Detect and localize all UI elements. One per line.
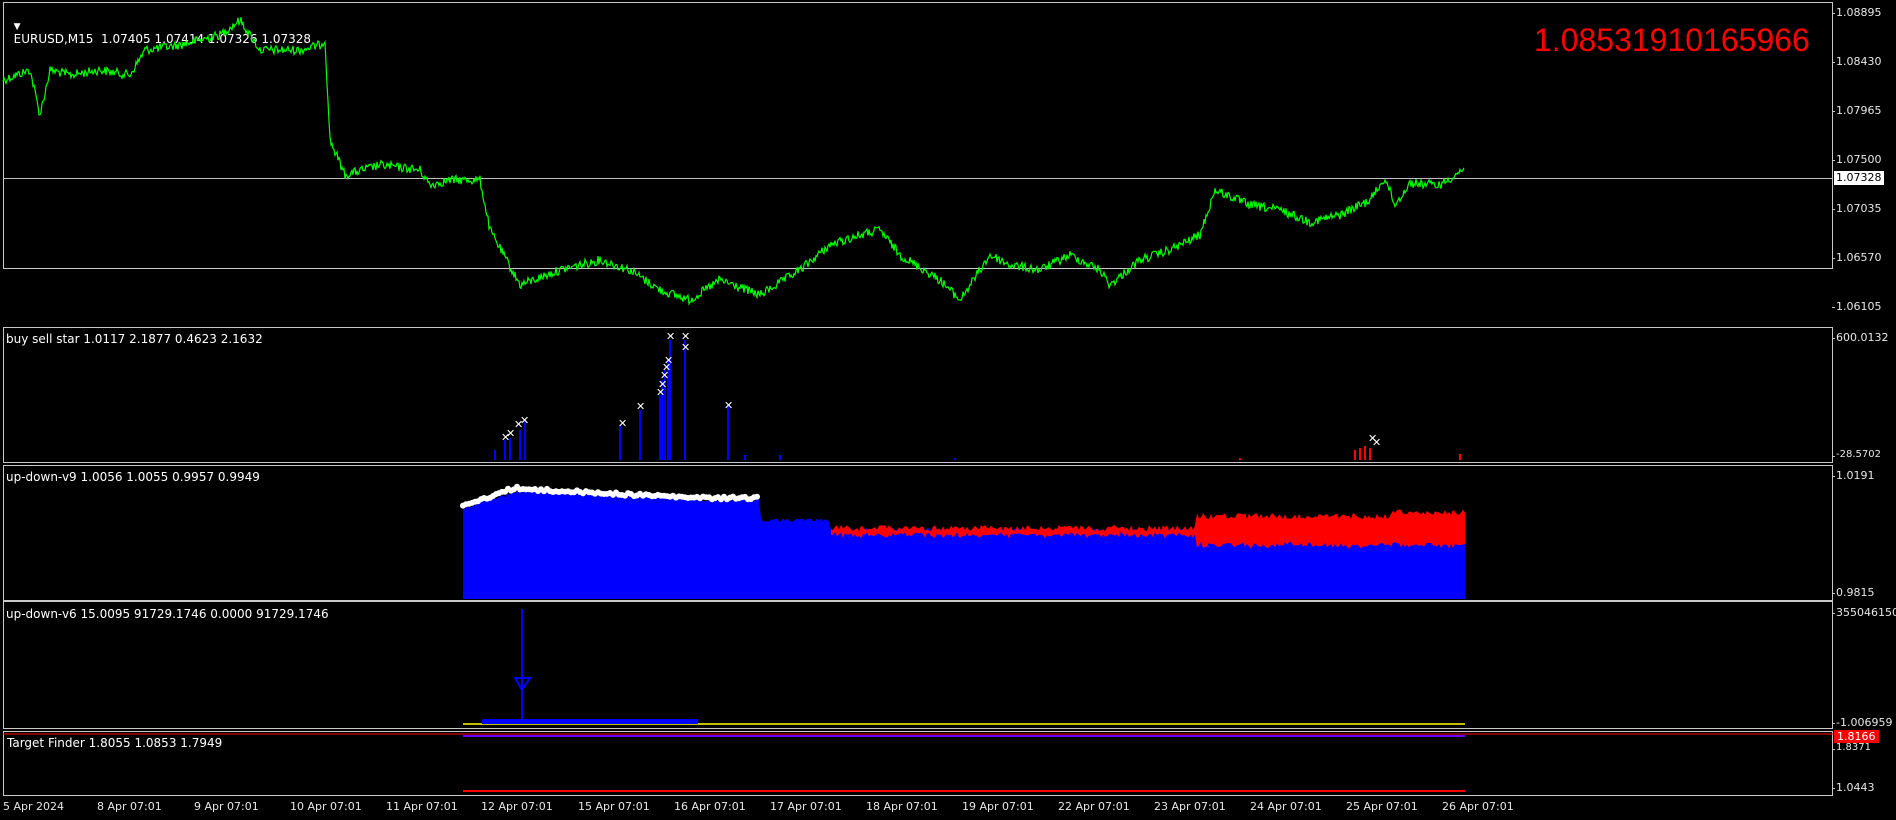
time-label: 22 Apr 07:01 xyxy=(1058,800,1130,813)
time-label: 24 Apr 07:01 xyxy=(1250,800,1322,813)
time-label: 16 Apr 07:01 xyxy=(674,800,746,813)
buy-sell-star: ✕ xyxy=(681,341,690,354)
time-label: 15 Apr 07:01 xyxy=(578,800,650,813)
updown-v9-highlight-dot xyxy=(754,493,760,500)
updown-v6-base xyxy=(482,719,698,724)
time-label: 5 Apr 2024 xyxy=(3,800,65,813)
buy-sell-star: ✕ xyxy=(664,354,673,367)
buy-sell-stars: ✕✕✕✕ ✕✕✕✕✕✕✕✕ ✕✕✕✕✕ xyxy=(501,330,1381,449)
buy-sell-star: ✕ xyxy=(1372,436,1381,449)
buy-sell-star: ✕ xyxy=(724,399,733,412)
time-axis[interactable]: 5 Apr 2024 8 Apr 07:01 9 Apr 07:01 10 Ap… xyxy=(0,796,1896,820)
buy-sell-star: ✕ xyxy=(666,330,675,343)
time-label: 17 Apr 07:01 xyxy=(770,800,842,813)
chart-graphics: ✕✕✕✕ ✕✕✕✕✕✕✕✕ ✕✕✕✕✕ xyxy=(2,17,1833,792)
buy-sell-star: ✕ xyxy=(636,400,645,413)
updown-v6-spike xyxy=(513,609,532,719)
buy-sell-star: ✕ xyxy=(520,414,529,427)
time-label: 23 Apr 07:01 xyxy=(1154,800,1226,813)
time-label: 12 Apr 07:01 xyxy=(481,800,553,813)
time-label: 9 Apr 07:01 xyxy=(194,800,259,813)
time-label: 18 Apr 07:01 xyxy=(866,800,938,813)
time-label: 25 Apr 07:01 xyxy=(1346,800,1418,813)
time-label: 10 Apr 07:01 xyxy=(290,800,362,813)
buy-sell-star: ✕ xyxy=(618,417,627,430)
time-label: 19 Apr 07:01 xyxy=(962,800,1034,813)
time-label: 26 Apr 07:01 xyxy=(1442,800,1514,813)
time-label: 8 Apr 07:01 xyxy=(97,800,162,813)
time-label: 11 Apr 07:01 xyxy=(386,800,458,813)
price-line xyxy=(2,17,1465,306)
